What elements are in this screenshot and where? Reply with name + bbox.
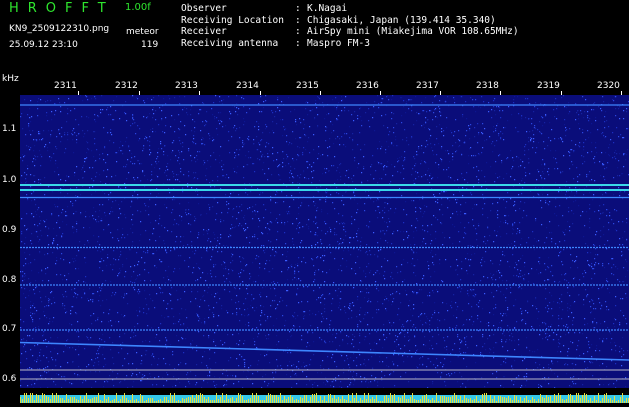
y-tick-label: 0.6 bbox=[2, 374, 17, 384]
info-row-location: Receiving Location: Chigasaki, Japan (139… bbox=[181, 14, 496, 26]
y-tick-label: 0.8 bbox=[2, 275, 17, 285]
header-panel: HROFFT 1.00f KN9_2509122310.png meteor 2… bbox=[0, 0, 629, 78]
y-axis-unit: kHz bbox=[2, 74, 19, 84]
x-tick-label: 2320 bbox=[597, 81, 620, 91]
x-tick-label: 2315 bbox=[296, 81, 319, 91]
version-label: 1.00f bbox=[125, 2, 151, 13]
station-info: Observer: K.Nagai Receiving Location: Chig… bbox=[181, 3, 519, 49]
x-tick-label: 2312 bbox=[115, 81, 138, 91]
x-tick-label: 2319 bbox=[537, 81, 560, 91]
spectrogram-waterfall bbox=[20, 95, 629, 388]
info-row-receiver: Receiver: AirSpy mini (Miakejima VOR 108.… bbox=[181, 26, 519, 38]
x-tick-label: 2313 bbox=[175, 81, 198, 91]
y-tick-label: 0.7 bbox=[2, 324, 17, 334]
info-row-antenna: Receiving antenna: Maspro FM-3 bbox=[181, 37, 370, 49]
count-label: 119 bbox=[141, 40, 159, 50]
x-tick-label: 2314 bbox=[236, 81, 259, 91]
x-tick-label: 2318 bbox=[476, 81, 499, 91]
info-row-observer: Observer: K.Nagai bbox=[181, 3, 348, 14]
spectrogram-background bbox=[20, 95, 629, 388]
datetime-label: 25.09.12 23:10 bbox=[9, 40, 78, 50]
signal-level-bar bbox=[0, 388, 629, 403]
y-tick-label: 1.0 bbox=[2, 175, 17, 185]
level-bar-graph bbox=[20, 393, 629, 403]
x-tick-label: 2311 bbox=[54, 81, 77, 91]
mode-label: meteor bbox=[126, 27, 159, 37]
filename-label: KN9_2509122310.png bbox=[9, 24, 110, 34]
x-tick-label: 2316 bbox=[356, 81, 379, 91]
y-tick-label: 0.9 bbox=[2, 225, 17, 235]
x-tick-label: 2317 bbox=[416, 81, 439, 91]
app-title: HROFFT bbox=[9, 1, 115, 16]
y-tick-label: 1.1 bbox=[2, 124, 17, 134]
